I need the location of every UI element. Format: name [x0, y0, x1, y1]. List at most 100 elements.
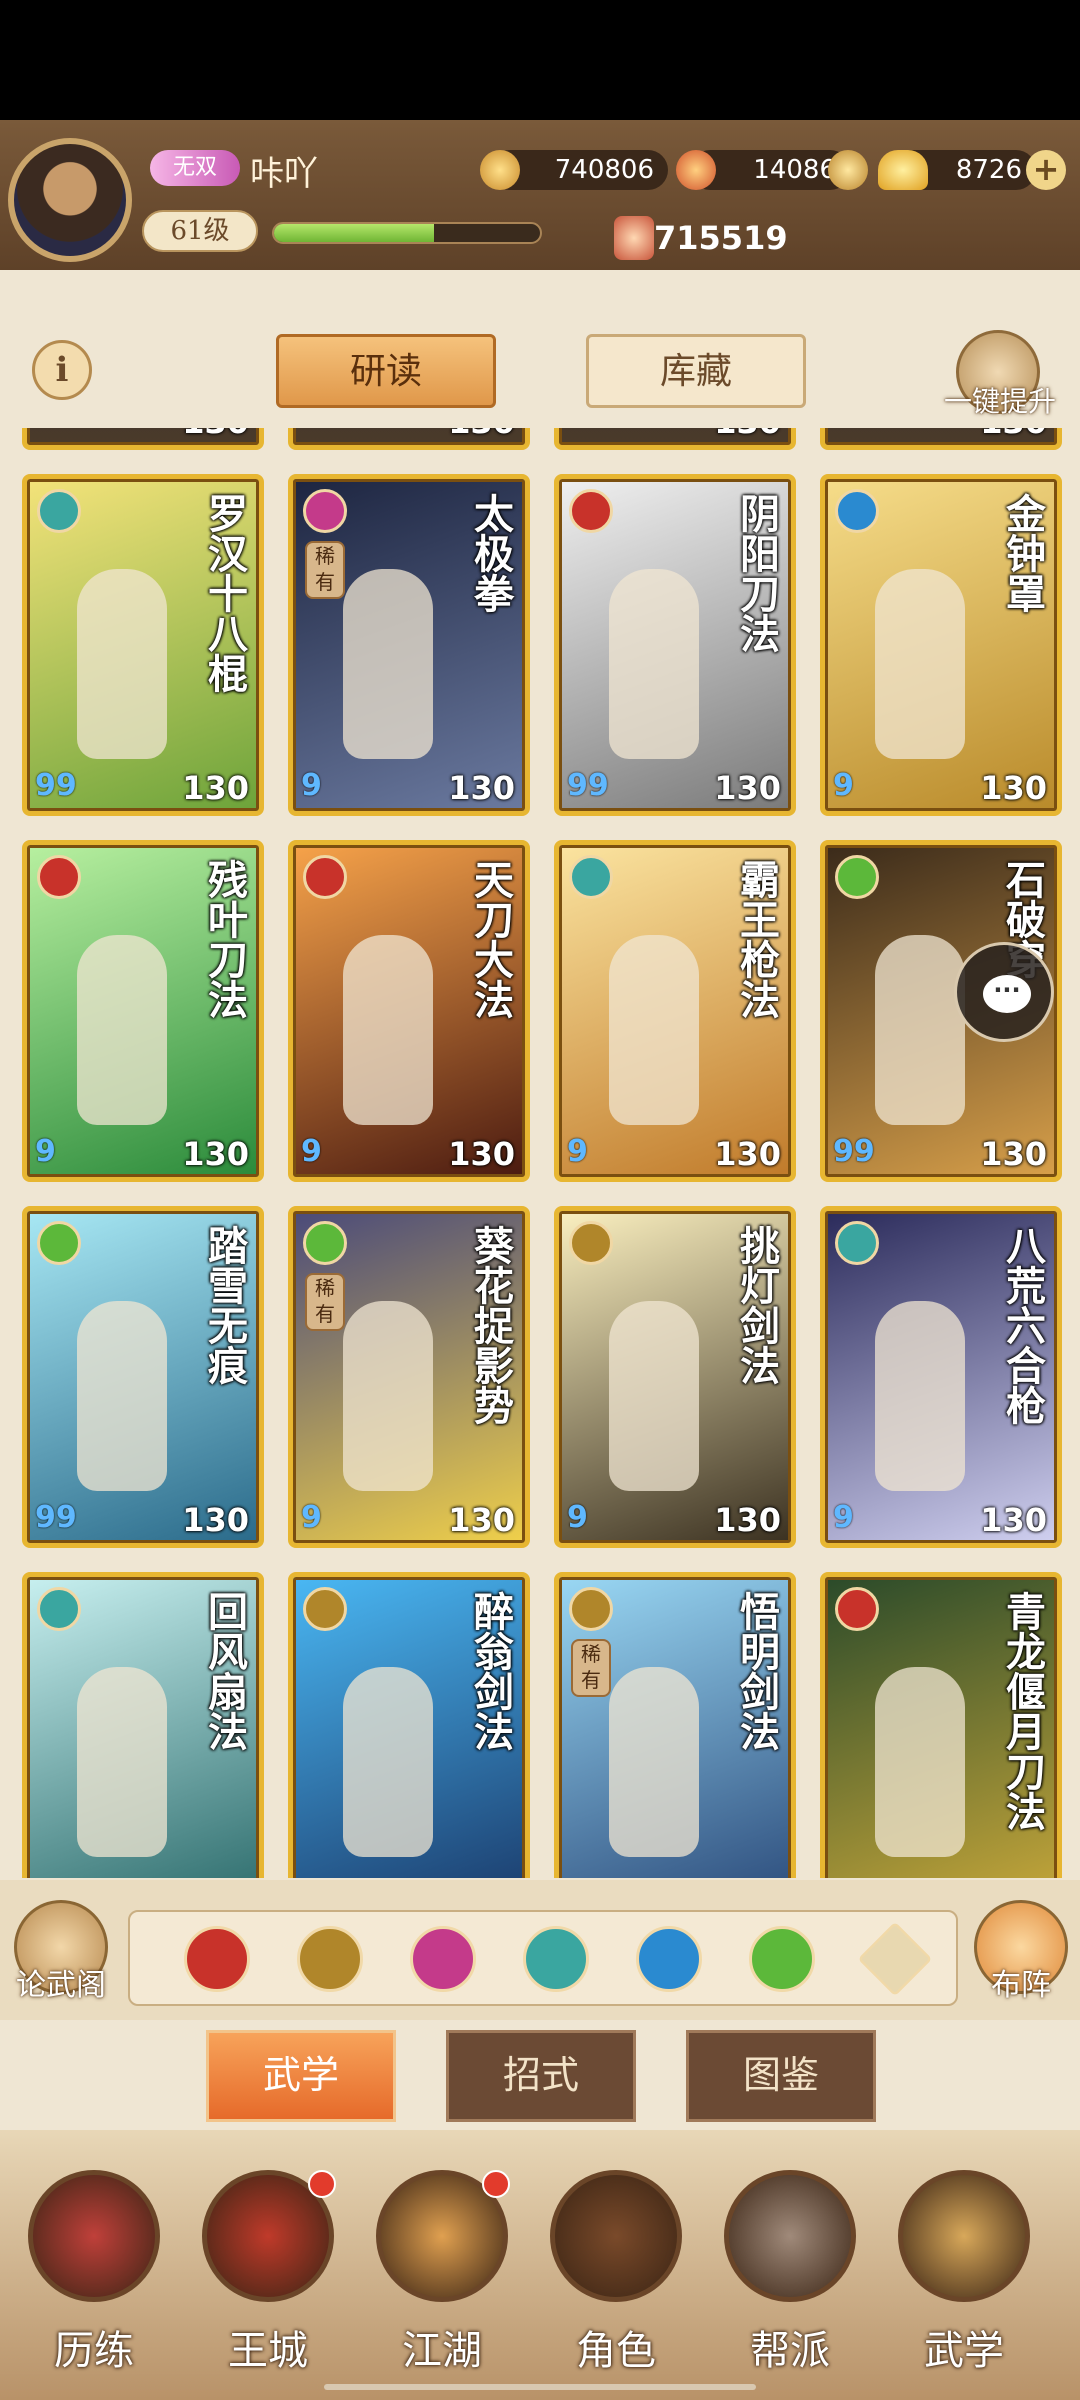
nav-0[interactable]: 历练 — [14, 2170, 174, 2374]
player-name: 咔吖 — [250, 154, 318, 194]
chat-button[interactable]: ··· — [954, 942, 1054, 1042]
star-pips: 9 — [567, 1500, 588, 1535]
card-name: 罗汉十八棍 — [201, 493, 248, 693]
character-art — [343, 935, 433, 1125]
character-art — [77, 1301, 167, 1491]
partial-card[interactable]: 130 — [22, 428, 264, 450]
partial-card[interactable]: 130 — [554, 428, 796, 450]
blade-element-icon — [569, 489, 613, 533]
recharge-plus-button[interactable]: + — [1026, 150, 1066, 190]
info-button[interactable]: i — [32, 340, 92, 400]
card-name: 回风扇法 — [201, 1591, 248, 1751]
character-art — [875, 1301, 965, 1491]
star-pips: 9 — [567, 1134, 588, 1169]
status-bar-area — [0, 0, 1080, 120]
lun-wu-ge-label: 论武阁 — [16, 1968, 106, 2003]
character-art — [343, 569, 433, 759]
card-name: 太极拳 — [467, 493, 514, 613]
martial-art-card[interactable]: 霸王枪法 9 130 — [554, 840, 796, 1182]
nav-1[interactable]: 王城 — [188, 2170, 348, 2374]
character-art — [77, 1667, 167, 1857]
martial-art-card[interactable]: 青龙偃月刀法 — [820, 1572, 1062, 1878]
martial-art-card[interactable]: 踏雪无痕 99 130 — [22, 1206, 264, 1548]
character-art — [609, 569, 699, 759]
card-name: 踏雪无痕 — [201, 1225, 248, 1385]
coins-value: 740806 — [554, 155, 654, 185]
tab-study[interactable]: 研读 — [276, 334, 496, 408]
formation-button[interactable]: 布阵 — [966, 1900, 1076, 2010]
card-level: 130 — [448, 428, 515, 441]
martial-art-card[interactable]: 八荒六合枪 9 130 — [820, 1206, 1062, 1548]
nav-5[interactable]: 武学 — [884, 2170, 1044, 2374]
card-level: 130 — [448, 769, 515, 807]
card-level: 130 — [980, 1135, 1047, 1173]
exp-bar-fill — [274, 224, 434, 242]
subtab-martial[interactable]: 武学 — [206, 2030, 396, 2122]
fist-element-icon — [303, 489, 347, 533]
chat-bubble-icon: ··· — [983, 975, 1031, 1013]
star-pips: 9 — [35, 1134, 56, 1169]
rare-tag: 稀有 — [305, 541, 345, 599]
card-name: 天刀大法 — [467, 859, 514, 1019]
martial-art-card[interactable]: 残叶刀法 9 130 — [22, 840, 264, 1182]
subtab-moves[interactable]: 招式 — [446, 2030, 636, 2122]
card-level: 130 — [448, 1501, 515, 1539]
martial-art-card[interactable]: 罗汉十八棍 99 130 — [22, 474, 264, 816]
one-key-upgrade-button[interactable]: 一键提升 — [944, 330, 1056, 430]
notification-dot — [308, 2170, 336, 2198]
subtab-atlas[interactable]: 图鉴 — [686, 2030, 876, 2122]
martial-art-card[interactable]: 醉翁剑法 — [288, 1572, 530, 1878]
nav-4[interactable]: 帮派 — [710, 2170, 870, 2374]
martial-art-card[interactable]: 稀有 悟明剑法 — [554, 1572, 796, 1878]
swirl-element-icon — [835, 489, 879, 533]
fan-element-icon — [569, 855, 613, 899]
fan-filter-icon[interactable] — [523, 1926, 589, 1992]
nav-2[interactable]: 江湖 — [362, 2170, 522, 2374]
star-pips: 99 — [567, 768, 609, 803]
character-art — [77, 569, 167, 759]
fist-filter-icon[interactable] — [410, 1926, 476, 1992]
nav-icon — [28, 2170, 160, 2302]
martial-art-card[interactable]: 稀有 葵花捉影势 9 130 — [288, 1206, 530, 1548]
card-level: 130 — [714, 1135, 781, 1173]
nav-3[interactable]: 角色 — [536, 2170, 696, 2374]
martial-art-card[interactable]: 金钟罩 9 130 — [820, 474, 1062, 816]
fan-element-icon — [835, 1221, 879, 1265]
martial-art-card[interactable]: 阴阳刀法 99 130 — [554, 474, 796, 816]
sword-filter-icon[interactable] — [297, 1926, 363, 1992]
star-pips: 9 — [301, 1134, 322, 1169]
martial-art-card[interactable]: 挑灯剑法 9 130 — [554, 1206, 796, 1548]
card-level: 130 — [714, 769, 781, 807]
card-level: 130 — [448, 1135, 515, 1173]
card-name: 阴阳刀法 — [733, 493, 780, 653]
martial-arts-grid: 130130130130罗汉十八棍99130稀有太极拳9130阴阳刀法99130… — [0, 428, 1080, 1878]
card-name: 残叶刀法 — [201, 859, 248, 1019]
martial-art-card[interactable]: 回风扇法 — [22, 1572, 264, 1878]
flame-icon — [676, 150, 716, 190]
player-avatar[interactable] — [8, 138, 132, 262]
partial-card[interactable]: 130 — [288, 428, 530, 450]
partial-card[interactable]: 130 — [820, 428, 1062, 450]
stamina-value: 14086 — [753, 155, 836, 185]
tab-storage[interactable]: 库藏 — [586, 334, 806, 408]
swirl-filter-icon[interactable] — [636, 1926, 702, 1992]
character-art — [609, 1301, 699, 1491]
leaf-filter-icon[interactable] — [749, 1926, 815, 1992]
star-pips: 9 — [833, 1500, 854, 1535]
martial-art-card[interactable]: 稀有 太极拳 9 130 — [288, 474, 530, 816]
star-pips: 9 — [301, 1500, 322, 1535]
card-level: 130 — [182, 1135, 249, 1173]
sword-element-icon — [303, 1587, 347, 1631]
lun-wu-ge-button[interactable]: 论武阁 — [6, 1900, 116, 2010]
notification-dot — [482, 2170, 510, 2198]
leaf-element-icon — [835, 855, 879, 899]
card-level: 130 — [182, 1501, 249, 1539]
card-name: 挑灯剑法 — [733, 1225, 780, 1385]
star-pips: 99 — [35, 1500, 77, 1535]
card-name: 霸王枪法 — [733, 859, 780, 1019]
star-pips: 9 — [833, 768, 854, 803]
card-name: 金钟罩 — [999, 493, 1046, 613]
martial-art-card[interactable]: 天刀大法 9 130 — [288, 840, 530, 1182]
blade-filter-icon[interactable] — [184, 1926, 250, 1992]
ingot-pot-icon[interactable] — [828, 150, 868, 190]
